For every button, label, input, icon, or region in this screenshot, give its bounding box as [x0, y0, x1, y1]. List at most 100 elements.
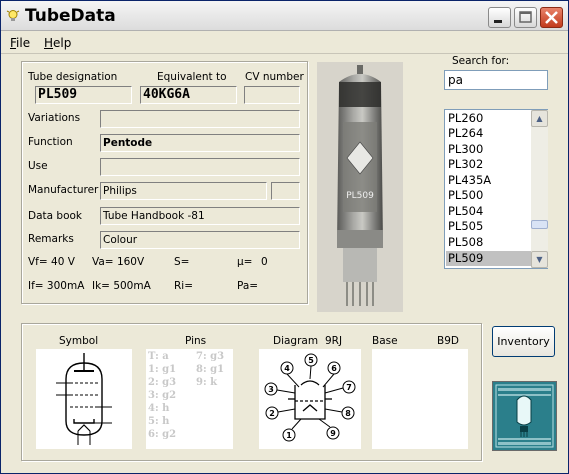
list-item[interactable]: PL435A	[446, 173, 531, 188]
pins-column-1: T: a 1: g1 2: g3 3: g2 4: h 5: h 6: g2	[148, 350, 176, 441]
manufacturer-code-field[interactable]	[271, 182, 300, 200]
va-value: Va= 160V	[92, 256, 145, 268]
variations-label: Variations	[28, 112, 81, 124]
diagram-pin-label: 3	[268, 385, 274, 394]
tube-logo-icon	[493, 382, 556, 450]
list-item[interactable]: PL264	[446, 126, 531, 141]
equivalent-field[interactable]: 40KG6A	[140, 86, 237, 104]
mu-value: 0	[261, 256, 268, 268]
s-value: S=	[174, 256, 190, 268]
manufacturer-field[interactable]: Philips	[100, 182, 267, 200]
search-label: Search for:	[452, 55, 510, 67]
function-field[interactable]: Pentode	[100, 134, 300, 152]
pins-column-2: 7: g3 8: g1 9: k	[196, 350, 224, 389]
chevron-down-icon: ▼	[536, 255, 543, 264]
base-panel	[372, 349, 468, 449]
cv-number-label: CV number	[245, 71, 304, 83]
close-icon	[545, 11, 558, 24]
menu-help-label: elp	[53, 36, 72, 50]
maximize-button[interactable]	[514, 7, 537, 28]
search-input[interactable]: pa	[444, 70, 548, 90]
tube-print-text: PL509	[346, 191, 374, 201]
menu-help-accel: H	[44, 36, 54, 50]
close-button[interactable]	[540, 7, 563, 28]
databook-label: Data book	[28, 210, 83, 222]
symbol-panel	[36, 349, 132, 449]
pin-entry: 7: g3	[196, 351, 225, 362]
diagram-label: Diagram	[273, 335, 319, 347]
list-item[interactable]: PL504	[446, 204, 531, 219]
menu-help[interactable]: Help	[44, 36, 71, 50]
list-item[interactable]: PL260	[446, 111, 531, 126]
list-item[interactable]: PL505	[446, 219, 531, 234]
tube-listbox[interactable]: PL260 PL264 PL300 PL302 PL435A PL500 PL5…	[444, 109, 548, 269]
window-title: TubeData	[25, 6, 116, 26]
chevron-up-icon: ▲	[536, 114, 543, 123]
ik-value: Ik= 500mA	[92, 280, 151, 292]
diagram-pin-label: 4	[284, 364, 290, 373]
tube-photo: PL509	[317, 62, 403, 312]
minimize-button[interactable]	[488, 7, 511, 28]
title-bar[interactable]: TubeData	[1, 1, 568, 31]
pins-label: Pins	[185, 335, 207, 347]
diagram-pin-label: 9	[330, 429, 336, 438]
diagram-pin-label: 7	[346, 383, 352, 392]
app-window: TubeData File Help Tube designation Equi…	[0, 0, 569, 474]
diagram-pin-label: 6	[331, 364, 337, 373]
scroll-thumb[interactable]	[531, 220, 548, 229]
pin-entry: T: a	[148, 351, 169, 362]
pa-value: Pa=	[237, 280, 259, 292]
if-value: If= 300mA	[28, 280, 85, 292]
pentode-symbol-icon	[56, 353, 112, 445]
diagram-pin-label: 1	[286, 431, 292, 440]
databook-field[interactable]: Tube Handbook -81	[100, 207, 300, 225]
pin-entry: 3: g2	[148, 390, 177, 401]
cv-number-field[interactable]	[244, 86, 300, 104]
minimize-icon	[494, 20, 502, 23]
use-field[interactable]	[100, 158, 300, 176]
symbol-label: Symbol	[59, 335, 99, 347]
scroll-down-button[interactable]: ▼	[531, 251, 548, 268]
remarks-field[interactable]: Colour	[100, 231, 300, 249]
pin-entry: 4: h	[148, 403, 170, 414]
maximize-icon	[519, 11, 532, 23]
remarks-label: Remarks	[28, 233, 74, 245]
use-label: Use	[28, 160, 48, 172]
pins-panel: T: a 1: g1 2: g3 3: g2 4: h 5: h 6: g2 7…	[146, 349, 233, 449]
pin-entry: 2: g3	[148, 377, 177, 388]
list-item-selected[interactable]: PL509	[446, 251, 531, 266]
vf-value: Vf= 40 V	[28, 256, 75, 268]
tube-designation-field[interactable]: PL509	[35, 86, 132, 104]
tube-image: PL509	[317, 62, 403, 312]
pin-entry: 5: h	[148, 416, 170, 427]
list-item[interactable]: PL508	[446, 235, 531, 250]
list-item[interactable]: PL300	[446, 142, 531, 157]
list-scrollbar[interactable]: ▲ ▼	[531, 110, 548, 268]
pin-entry: 9: k	[196, 377, 218, 388]
base-code: B9D	[437, 335, 459, 347]
menu-file-label: ile	[16, 36, 31, 50]
list-item[interactable]: PL500	[446, 188, 531, 203]
app-logo	[492, 381, 557, 451]
menu-bar: File Help	[1, 32, 568, 54]
diagram-code: 9RJ	[325, 335, 343, 347]
function-label: Function	[28, 136, 73, 148]
pin-entry: 8: g1	[196, 364, 225, 375]
pin-diagram: 1 2 3 4 5 6 7 8 9	[264, 353, 356, 442]
tube-designation-label: Tube designation	[28, 71, 118, 83]
list-item[interactable]: PL302	[446, 157, 531, 172]
inventory-button[interactable]: Inventory	[492, 326, 555, 357]
lightbulb-icon	[6, 10, 20, 21]
mu-label: µ=	[237, 256, 253, 268]
scroll-up-button[interactable]: ▲	[531, 110, 548, 127]
diagram-panel: 1 2 3 4 5 6 7 8 9	[259, 349, 361, 449]
pin-entry: 1: g1	[148, 364, 177, 375]
menu-file[interactable]: File	[10, 36, 30, 50]
diagram-pin-label: 8	[345, 409, 351, 418]
variations-field[interactable]	[100, 110, 300, 128]
base-label: Base	[372, 335, 398, 347]
equivalent-label: Equivalent to	[157, 71, 227, 83]
ri-value: Ri=	[174, 280, 194, 292]
diagram-pin-label: 2	[269, 409, 275, 418]
diagram-pin-label: 5	[308, 356, 314, 365]
